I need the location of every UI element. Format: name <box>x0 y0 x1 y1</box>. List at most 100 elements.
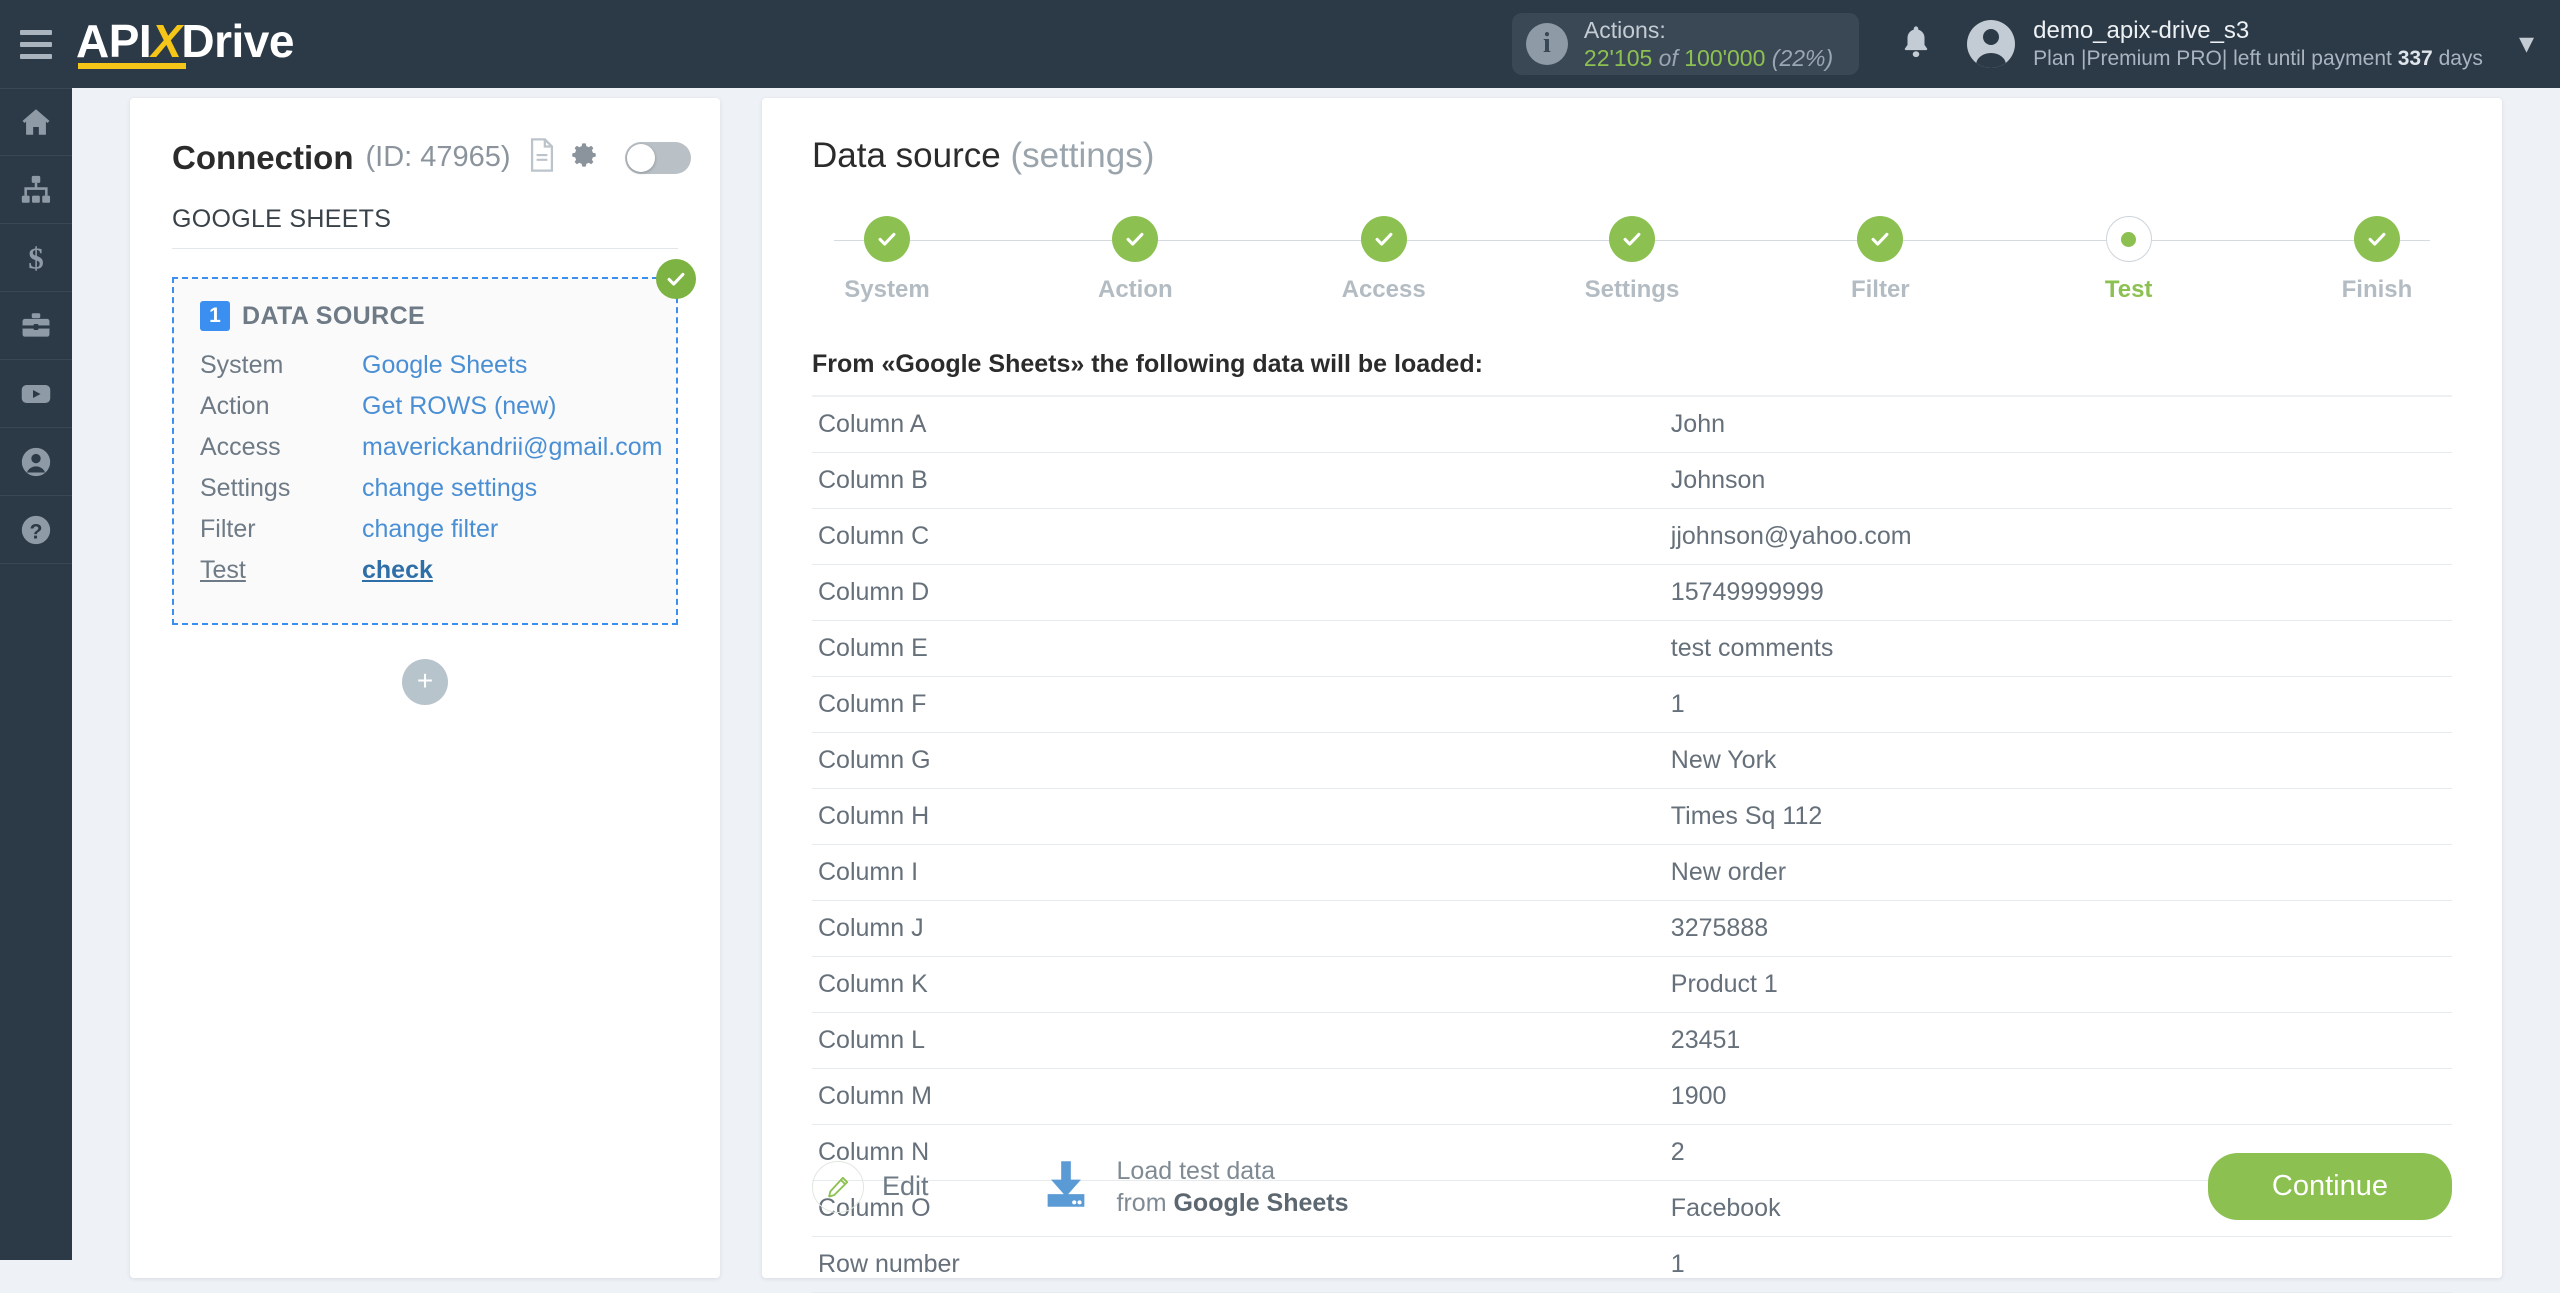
row-value[interactable]: change filter <box>362 515 498 544</box>
wizard-stepper: System Action Access Settings Filter Tes… <box>812 216 2452 316</box>
gear-icon[interactable] <box>569 140 599 175</box>
data-source-row-access: Access maverickandrii@gmail.com <box>200 433 662 462</box>
table-row: Column I New order <box>812 845 2452 901</box>
actions-label: Actions: <box>1583 16 1666 43</box>
actions-quota-chip[interactable]: i Actions: 22'105 of 100'000 (22%) <box>1511 13 1860 75</box>
sidebar-item-connections[interactable] <box>0 156 72 224</box>
logo-x: X <box>151 15 182 67</box>
user-menu[interactable]: demo_apix-drive_s3 Plan |Premium PRO| le… <box>1967 16 2483 72</box>
table-row: Column D 15749999999 <box>812 565 2452 621</box>
notification-bell-icon[interactable] <box>1899 23 1933 66</box>
hamburger-icon[interactable] <box>0 0 72 88</box>
connection-card: Connection (ID: 47965) GOOGLE SHEETS 1 D… <box>130 98 720 1278</box>
table-row: Column G New York <box>812 733 2452 789</box>
home-icon <box>22 109 50 135</box>
field-value: 1900 <box>1670 1082 1727 1110</box>
sidebar-item-help[interactable]: ? <box>0 496 72 564</box>
load-line-2-system: Google Sheets <box>1173 1188 1349 1217</box>
step-label: Test <box>2104 276 2153 303</box>
data-source-title: DATA SOURCE <box>242 301 426 330</box>
check-icon <box>1360 216 1407 262</box>
sidebar-item-billing[interactable]: $ <box>0 224 72 292</box>
main-canvas: Connection (ID: 47965) GOOGLE SHEETS 1 D… <box>72 88 2560 1293</box>
chevron-down-icon[interactable]: ▾ <box>2519 29 2534 59</box>
field-value: 15749999999 <box>1670 578 1824 606</box>
field-name: Column D <box>818 578 930 606</box>
sidebar-item-business[interactable] <box>0 292 72 360</box>
actions-of: of <box>1658 45 1678 71</box>
top-bar-right: i Actions: 22'105 of 100'000 (22%) demo_… <box>1511 0 2560 88</box>
field-value: test comments <box>1670 634 1834 662</box>
user-plan-days: 337 <box>2397 46 2433 70</box>
actions-value: 22'105 of 100'000 (22%) <box>1584 44 1833 72</box>
connection-header: Connection (ID: 47965) <box>172 138 691 177</box>
edit-button[interactable]: Edit <box>812 1160 929 1213</box>
check-icon <box>1857 216 1904 262</box>
page-title-main: Data source <box>812 136 1001 175</box>
step-system[interactable]: System <box>812 216 962 316</box>
connection-enable-toggle[interactable] <box>624 141 691 174</box>
table-row: Column K Product 1 <box>812 957 2452 1013</box>
data-source-row-test: Test check <box>200 556 650 585</box>
data-source-row-filter: Filter change filter <box>200 515 650 544</box>
row-key: Filter <box>200 515 256 543</box>
row-key: Settings <box>200 474 291 502</box>
field-name: Column F <box>818 690 927 718</box>
field-name: Column L <box>818 1026 925 1054</box>
logo-part-2: Drive <box>181 15 294 67</box>
field-value: Product 1 <box>1670 970 1778 998</box>
sidebar-item-account[interactable] <box>0 428 72 496</box>
data-source-block-header: 1 DATA SOURCE <box>200 301 650 331</box>
load-test-data-button[interactable]: Load test data from Google Sheets <box>1037 1155 1349 1219</box>
step-access[interactable]: Access <box>1309 216 1459 316</box>
table-row: Column C jjohnson@yahoo.com <box>812 509 2452 565</box>
apix-drive-logo[interactable]: APIXDrive <box>76 14 294 74</box>
field-value: 23451 <box>1670 1026 1741 1054</box>
page-title-sub: (settings) <box>1010 136 1155 175</box>
row-value[interactable]: Get ROWS (new) <box>362 392 556 421</box>
user-plan: Plan |Premium PRO| left until payment 33… <box>2033 46 2483 72</box>
step-test[interactable]: Test <box>2054 216 2204 316</box>
connection-title: Connection <box>172 138 354 176</box>
row-value[interactable]: Google Sheets <box>362 351 527 380</box>
panel-footer: Edit Load test data from Google Sheets C… <box>812 1153 2452 1220</box>
question-icon: ? <box>21 515 51 544</box>
field-value: New York <box>1670 746 1777 774</box>
current-step-dot-icon <box>2105 216 2152 262</box>
pencil-icon <box>812 1160 864 1213</box>
continue-button[interactable]: Continue <box>2207 1153 2452 1220</box>
add-block-button[interactable]: + <box>402 659 448 705</box>
svg-text:$: $ <box>28 241 44 275</box>
user-icon <box>21 447 51 476</box>
field-value: 1 <box>1670 690 1685 718</box>
logo-underline <box>78 63 186 69</box>
step-finish[interactable]: Finish <box>2302 216 2452 316</box>
row-value[interactable]: check <box>362 556 433 585</box>
step-label: Finish <box>2341 276 2413 303</box>
field-name: Column I <box>818 858 919 886</box>
data-source-block[interactable]: 1 DATA SOURCE System Google Sheets Actio… <box>172 259 696 625</box>
page-title: Data source (settings) <box>812 136 2452 176</box>
document-icon[interactable] <box>527 138 557 177</box>
row-value[interactable]: change settings <box>362 474 537 503</box>
step-action[interactable]: Action <box>1060 216 1210 316</box>
check-icon <box>1608 216 1655 262</box>
row-value[interactable]: maverickandrii@gmail.com <box>362 433 662 462</box>
field-name: Column K <box>818 970 928 998</box>
field-name: Column B <box>818 466 928 494</box>
step-filter[interactable]: Filter <box>1805 216 1955 316</box>
step-settings[interactable]: Settings <box>1557 216 1707 316</box>
field-name: Column J <box>818 914 924 942</box>
sidebar-item-video[interactable] <box>0 360 72 428</box>
svg-text:?: ? <box>30 519 43 543</box>
sidebar-item-home[interactable] <box>0 88 72 156</box>
field-value: 3275888 <box>1670 914 1769 942</box>
table-row: Column J 3275888 <box>812 901 2452 957</box>
step-label: Action <box>1097 276 1173 303</box>
table-row: Column E test comments <box>812 621 2452 677</box>
data-source-row-settings: Settings change settings <box>200 474 650 503</box>
field-value: Johnson <box>1670 466 1766 494</box>
youtube-icon <box>21 384 51 403</box>
logo-part-1: API <box>76 15 152 67</box>
load-test-data-label: Load test data from Google Sheets <box>1117 1155 1349 1219</box>
